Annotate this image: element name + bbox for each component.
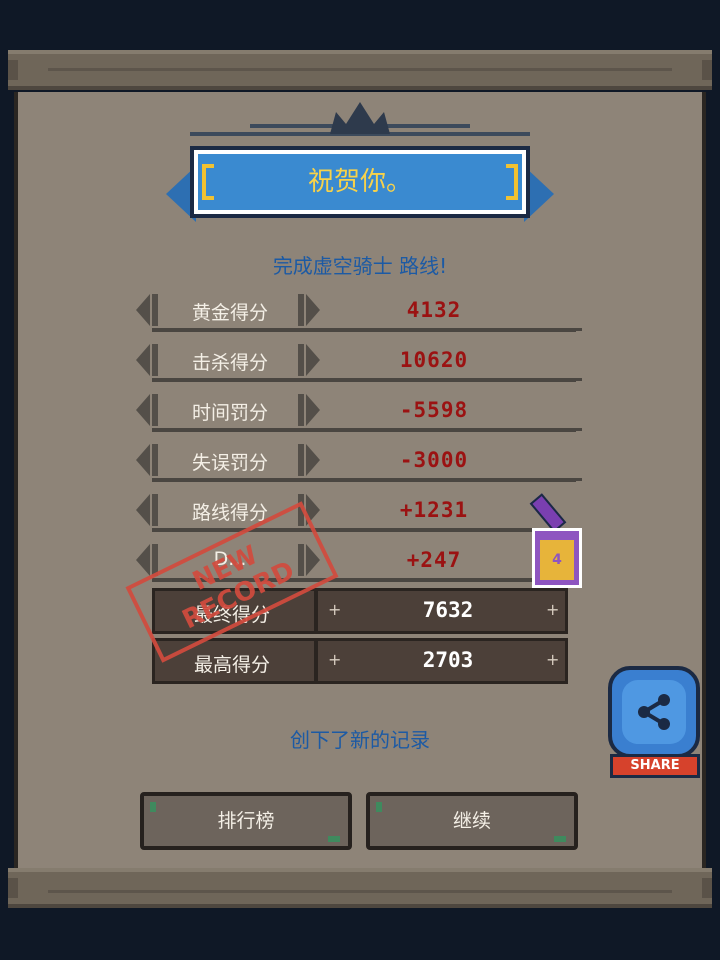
row-divider-dot (572, 328, 582, 331)
chevron-left-icon (136, 294, 150, 326)
row-divider (152, 328, 576, 332)
row-divider (152, 378, 576, 382)
banner-tail-left (166, 166, 196, 222)
row-divider-dot (572, 478, 582, 481)
row-separator (314, 641, 318, 681)
row-divider (152, 478, 576, 482)
crown-icon (330, 100, 390, 134)
row-divider-dot (572, 378, 582, 381)
badge-number: 4 (540, 540, 574, 580)
row-divider-dot (572, 428, 582, 431)
rod-grain (48, 890, 672, 893)
chevron-left-icon (136, 444, 150, 476)
score-label: 击杀得分 (191, 352, 268, 374)
high-score-label: 最高得分 (193, 654, 270, 676)
chevron-left-icon (136, 344, 150, 376)
score-value: +1231 (399, 498, 469, 522)
row-bar-left (152, 394, 158, 426)
plus-icon: + (328, 650, 342, 669)
score-label: 时间罚分 (191, 402, 268, 424)
share-icon (622, 680, 686, 744)
chevron-right-icon (306, 294, 320, 326)
score-label: 失误罚分 (191, 452, 268, 474)
score-value: 4132 (406, 298, 462, 322)
banner-tail-right (524, 166, 554, 222)
row-bar-right (298, 394, 304, 426)
row-bar-right (298, 444, 304, 476)
row-bar-left (152, 444, 158, 476)
continue-button[interactable]: 继续 (366, 792, 578, 850)
row-bar-left (152, 494, 158, 526)
chevron-left-icon (136, 544, 150, 576)
row-bar-left (152, 294, 158, 326)
row-bar-right (298, 344, 304, 376)
row-divider (152, 528, 576, 532)
score-value: +247 (406, 548, 462, 572)
score-value: -3000 (399, 448, 469, 472)
high-score-value: 2703 (422, 648, 474, 672)
scroll-bottom-rod (8, 868, 712, 908)
row-separator (314, 591, 318, 631)
chevron-right-icon (306, 444, 320, 476)
rod-grain (48, 68, 672, 71)
row-bar-left (152, 344, 158, 376)
score-value: 10620 (399, 348, 469, 372)
row-bar-right (298, 294, 304, 326)
row-divider (152, 428, 576, 432)
final-score-value: 7632 (422, 598, 474, 622)
plus-icon: + (546, 650, 560, 669)
banner-title: 祝贺你。 (307, 167, 412, 197)
chevron-left-icon (136, 494, 150, 526)
plus-icon: + (328, 600, 342, 619)
route-message: 完成虚空骑士 路线! (272, 254, 448, 278)
share-label: SHARE (610, 754, 700, 778)
score-value: -5598 (399, 398, 469, 422)
plus-icon: + (546, 600, 560, 619)
chevron-right-icon (306, 394, 320, 426)
chevron-left-icon (136, 394, 150, 426)
scroll-top-rod (8, 50, 712, 90)
chevron-right-icon (306, 344, 320, 376)
score-label: 黄金得分 (191, 302, 268, 324)
leaderboard-button[interactable]: 排行榜 (140, 792, 352, 850)
